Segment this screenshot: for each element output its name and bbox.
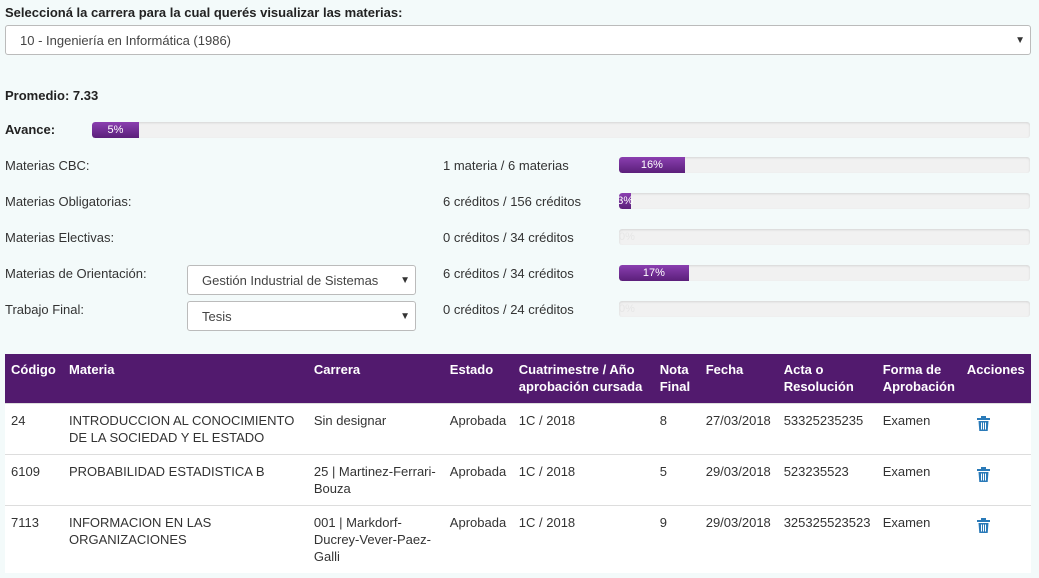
trabajo-final-label: Trabajo Final: bbox=[5, 302, 84, 317]
header-forma[interactable]: Forma de Aprobación bbox=[876, 354, 961, 404]
table-row: 6109 PROBABILIDAD ESTADISTICA B 25 | Mar… bbox=[5, 454, 1031, 506]
orientacion-progress-fill: 17% bbox=[619, 265, 689, 281]
table-row: 7113 INFORMACION EN LAS ORGANIZACIONES 0… bbox=[5, 505, 1031, 573]
cell-cuatrimestre: 1C / 2018 bbox=[512, 454, 654, 506]
career-prompt-label: Seleccioná la carrera para la cual queré… bbox=[5, 5, 403, 20]
cell-acciones bbox=[960, 454, 1031, 506]
cell-codigo: 7113 bbox=[5, 505, 63, 573]
cell-acta: 325325523523 bbox=[777, 505, 877, 573]
trabajo-final-progress-text: 0% bbox=[619, 303, 635, 315]
chevron-down-icon: ▼ bbox=[1015, 34, 1025, 46]
electivas-label: Materias Electivas: bbox=[5, 230, 115, 245]
chevron-down-icon: ▼ bbox=[400, 310, 410, 322]
cell-materia: INTRODUCCION AL CONOCIMIENTO DE LA SOCIE… bbox=[62, 403, 308, 455]
career-select[interactable]: 10 - Ingeniería en Informática (1986) ▼ bbox=[5, 25, 1031, 55]
orientacion-progress-bar: 17% bbox=[619, 265, 1030, 281]
career-select-value: 10 - Ingeniería en Informática (1986) bbox=[20, 32, 232, 48]
trabajo-final-credits: 0 créditos / 24 créditos bbox=[443, 302, 574, 317]
orientacion-select-value: Gestión Industrial de Sistemas bbox=[202, 272, 379, 288]
orientacion-credits: 6 créditos / 34 créditos bbox=[443, 266, 574, 281]
cell-estado: Aprobada bbox=[443, 403, 513, 455]
obligatorias-credits: 6 créditos / 156 créditos bbox=[443, 194, 582, 209]
orientacion-progress-text: 17% bbox=[642, 267, 665, 279]
orientacion-select[interactable]: Gestión Industrial de Sistemas ▼ bbox=[187, 265, 416, 295]
trabajo-final-select[interactable]: Tesis ▼ bbox=[187, 301, 416, 331]
cell-cuatrimestre: 1C / 2018 bbox=[512, 403, 654, 455]
avance-progress-text: 5% bbox=[107, 124, 124, 136]
header-carrera[interactable]: Carrera bbox=[307, 354, 444, 404]
cbc-label: Materias CBC: bbox=[5, 158, 90, 173]
cell-carrera: 25 | Martinez-Ferrari-Bouza bbox=[307, 454, 444, 506]
trabajo-final-select-value: Tesis bbox=[202, 308, 232, 324]
cbc-progress-bar: 16% bbox=[619, 157, 1030, 173]
cell-fecha: 29/03/2018 bbox=[699, 454, 778, 506]
header-acciones: Acciones bbox=[960, 354, 1031, 404]
cell-fecha: 27/03/2018 bbox=[699, 403, 778, 455]
cell-codigo: 6109 bbox=[5, 454, 63, 506]
electivas-progress-bar: 0% bbox=[619, 229, 1030, 245]
header-codigo[interactable]: Código bbox=[5, 354, 63, 404]
cell-codigo: 24 bbox=[5, 403, 63, 455]
obligatorias-label: Materias Obligatorias: bbox=[5, 194, 132, 209]
cell-nota: 5 bbox=[653, 454, 700, 506]
cell-forma: Examen bbox=[876, 505, 961, 573]
electivas-credits: 0 créditos / 34 créditos bbox=[443, 230, 574, 245]
electivas-progress-text: 0% bbox=[619, 231, 635, 243]
trash-icon[interactable] bbox=[976, 467, 990, 486]
cbc-credits: 1 materia / 6 materias bbox=[443, 158, 569, 173]
cell-acciones bbox=[960, 505, 1031, 573]
header-estado[interactable]: Estado bbox=[443, 354, 513, 404]
cell-materia: INFORMACION EN LAS ORGANIZACIONES bbox=[62, 505, 308, 573]
header-acta[interactable]: Acta o Resolución bbox=[777, 354, 877, 404]
cell-cuatrimestre: 1C / 2018 bbox=[512, 505, 654, 573]
trabajo-final-progress-fill: 0% bbox=[619, 301, 649, 317]
cell-forma: Examen bbox=[876, 403, 961, 455]
orientacion-label: Materias de Orientación: bbox=[5, 266, 147, 281]
cell-carrera: Sin designar bbox=[307, 403, 444, 455]
cell-forma: Examen bbox=[876, 454, 961, 506]
cell-acta: 53325235235 bbox=[777, 403, 877, 455]
obligatorias-progress-fill: 3% bbox=[619, 193, 634, 209]
avance-label: Avance: bbox=[5, 122, 56, 137]
header-fecha[interactable]: Fecha bbox=[699, 354, 778, 404]
chevron-down-icon: ▼ bbox=[400, 274, 410, 286]
cell-nota: 8 bbox=[653, 403, 700, 455]
avance-progress-fill: 5% bbox=[92, 122, 139, 138]
trabajo-final-progress-bar: 0% bbox=[619, 301, 1030, 317]
obligatorias-progress-text: 3% bbox=[619, 195, 634, 207]
materias-table: Código Materia Carrera Estado Cuatrimest… bbox=[5, 354, 1031, 573]
table-row: 24 INTRODUCCION AL CONOCIMIENTO DE LA SO… bbox=[5, 403, 1031, 455]
cell-fecha: 29/03/2018 bbox=[699, 505, 778, 573]
cbc-progress-fill: 16% bbox=[619, 157, 685, 173]
trash-icon[interactable] bbox=[976, 416, 990, 435]
cell-acciones bbox=[960, 403, 1031, 455]
cbc-progress-text: 16% bbox=[640, 159, 663, 171]
header-nota[interactable]: Nota Final bbox=[653, 354, 700, 404]
table-header-row: Código Materia Carrera Estado Cuatrimest… bbox=[5, 354, 1031, 404]
cell-materia: PROBABILIDAD ESTADISTICA B bbox=[62, 454, 308, 506]
promedio-text: Promedio: 7.33 bbox=[5, 88, 99, 103]
trash-icon[interactable] bbox=[976, 518, 990, 537]
cell-estado: Aprobada bbox=[443, 454, 513, 506]
avance-progress-bar: 5% bbox=[92, 122, 1030, 138]
cell-carrera: 001 | Markdorf-Ducrey-Vever-Paez-Galli bbox=[307, 505, 444, 573]
cell-nota: 9 bbox=[653, 505, 700, 573]
header-materia[interactable]: Materia bbox=[62, 354, 308, 404]
cell-estado: Aprobada bbox=[443, 505, 513, 573]
obligatorias-progress-bar: 3% bbox=[619, 193, 1030, 209]
cell-acta: 523235523 bbox=[777, 454, 877, 506]
electivas-progress-fill: 0% bbox=[619, 229, 649, 245]
header-cuatrimestre[interactable]: Cuatrimestre / Año aprobación cursada bbox=[512, 354, 654, 404]
